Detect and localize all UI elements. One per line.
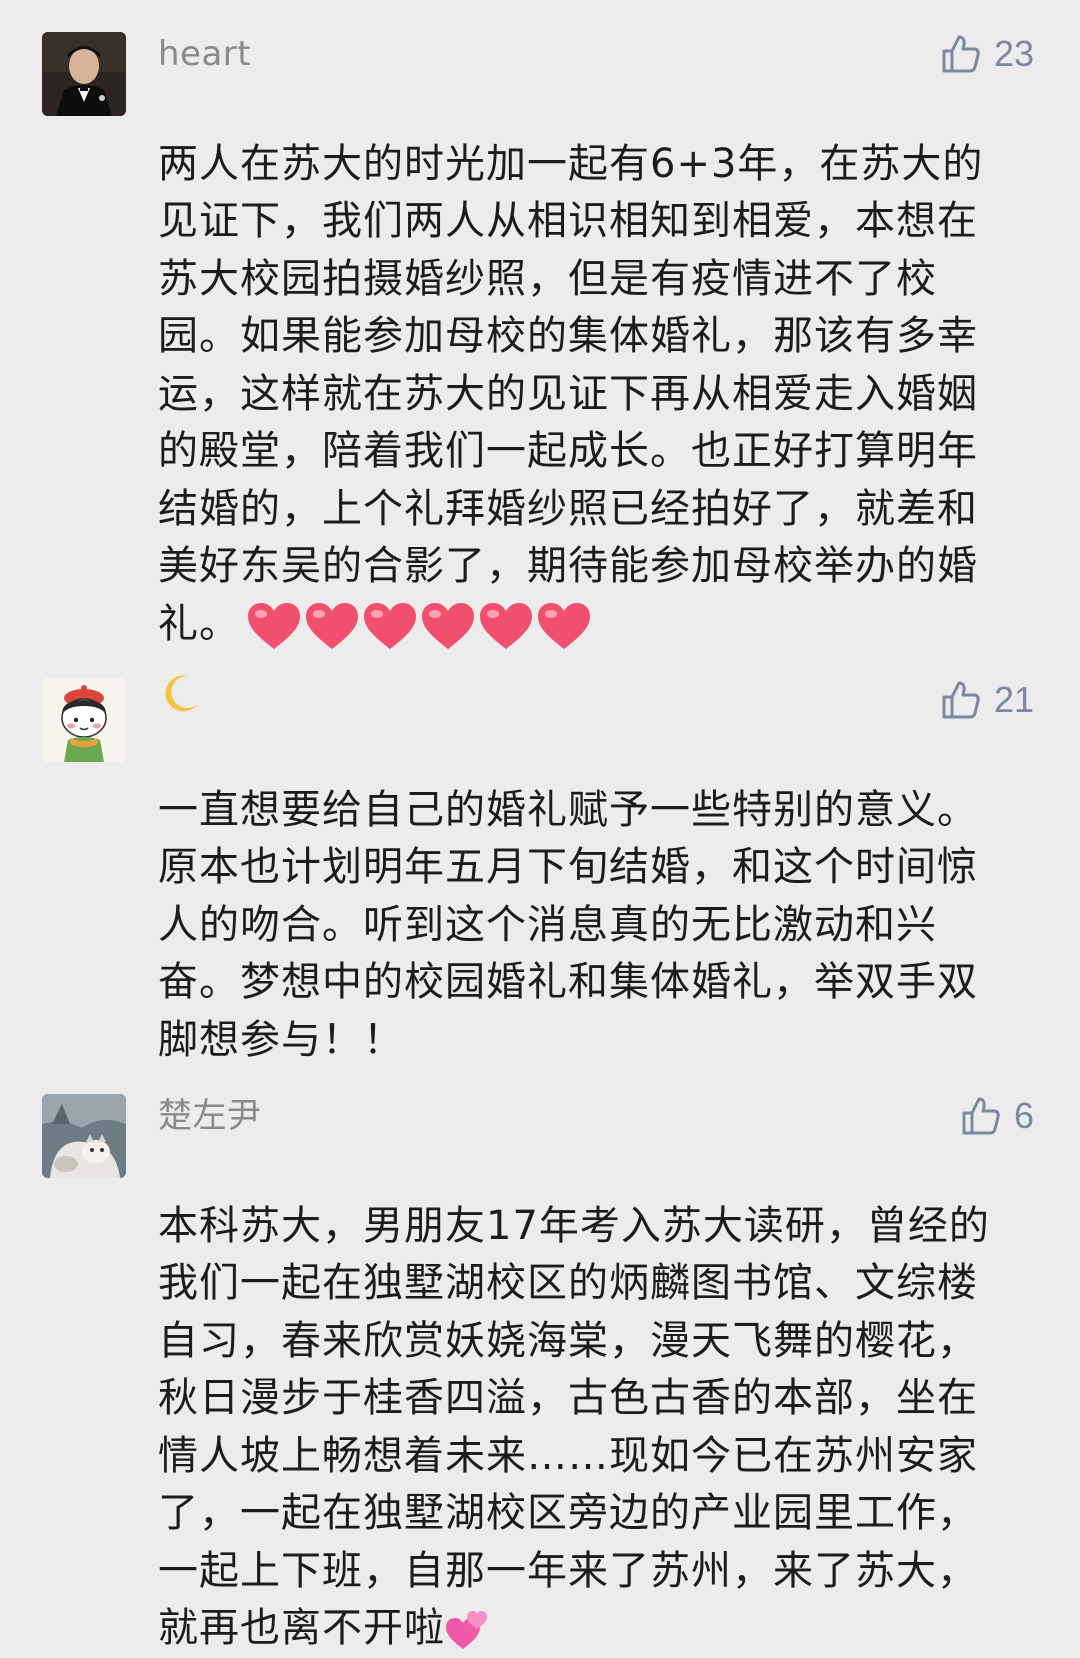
sparkling-heart-icon: [446, 1611, 487, 1649]
heart-icon: [364, 602, 416, 649]
username[interactable]: 楚左尹: [158, 1094, 262, 1138]
avatar[interactable]: [42, 1094, 126, 1178]
heart-emoji-group: [246, 601, 592, 651]
heart-icon: [422, 602, 474, 649]
thumbs-up-icon: [962, 1097, 1000, 1135]
like-count: 6: [1013, 1095, 1034, 1136]
avatar[interactable]: [42, 678, 126, 762]
avatar-photo-cat: [42, 1094, 126, 1178]
comment-text: 一直想要给自己的婚礼赋予一些特别的意义。 原本也计划明年五月下旬结婚，和这个时间…: [158, 724, 1038, 1069]
like-count: 21: [993, 679, 1034, 720]
comment-body: 两人在苏大的时光加一起有6+3年，在苏大的 见证下，我们两人从相识相知到相爱，本…: [158, 140, 984, 647]
like-button[interactable]: 6: [960, 1094, 1034, 1138]
like-button[interactable]: 21: [940, 678, 1034, 722]
crescent-moon-icon: [165, 675, 198, 712]
thumbs-up-icon: [942, 681, 980, 719]
avatar[interactable]: [42, 32, 126, 116]
avatar-photo-man-tuxedo: [42, 32, 126, 116]
comment-text: 两人在苏大的时光加一起有6+3年，在苏大的 见证下，我们两人从相识相知到相爱，本…: [158, 78, 1038, 653]
like-button[interactable]: 23: [940, 32, 1034, 76]
heart-icon: [480, 602, 532, 649]
heart-icon: [306, 602, 358, 649]
username[interactable]: [158, 672, 202, 727]
heart-icon: [248, 602, 300, 649]
comment-text: 本科苏大，男朋友17年考入苏大读研，曾经的 我们一起在独墅湖校区的炳麟图书馆、文…: [158, 1140, 1038, 1658]
comment-body: 本科苏大，男朋友17年考入苏大读研，曾经的 我们一起在独墅湖校区的炳麟图书馆、文…: [158, 1202, 990, 1652]
avatar-cartoon-girl: [42, 678, 126, 762]
like-count: 23: [993, 33, 1034, 74]
username[interactable]: heart: [158, 32, 251, 76]
heart-icon: [538, 602, 590, 649]
comment-body: 一直想要给自己的婚礼赋予一些特别的意义。 原本也计划明年五月下旬结婚，和这个时间…: [158, 786, 978, 1063]
thumbs-up-icon: [942, 35, 980, 73]
